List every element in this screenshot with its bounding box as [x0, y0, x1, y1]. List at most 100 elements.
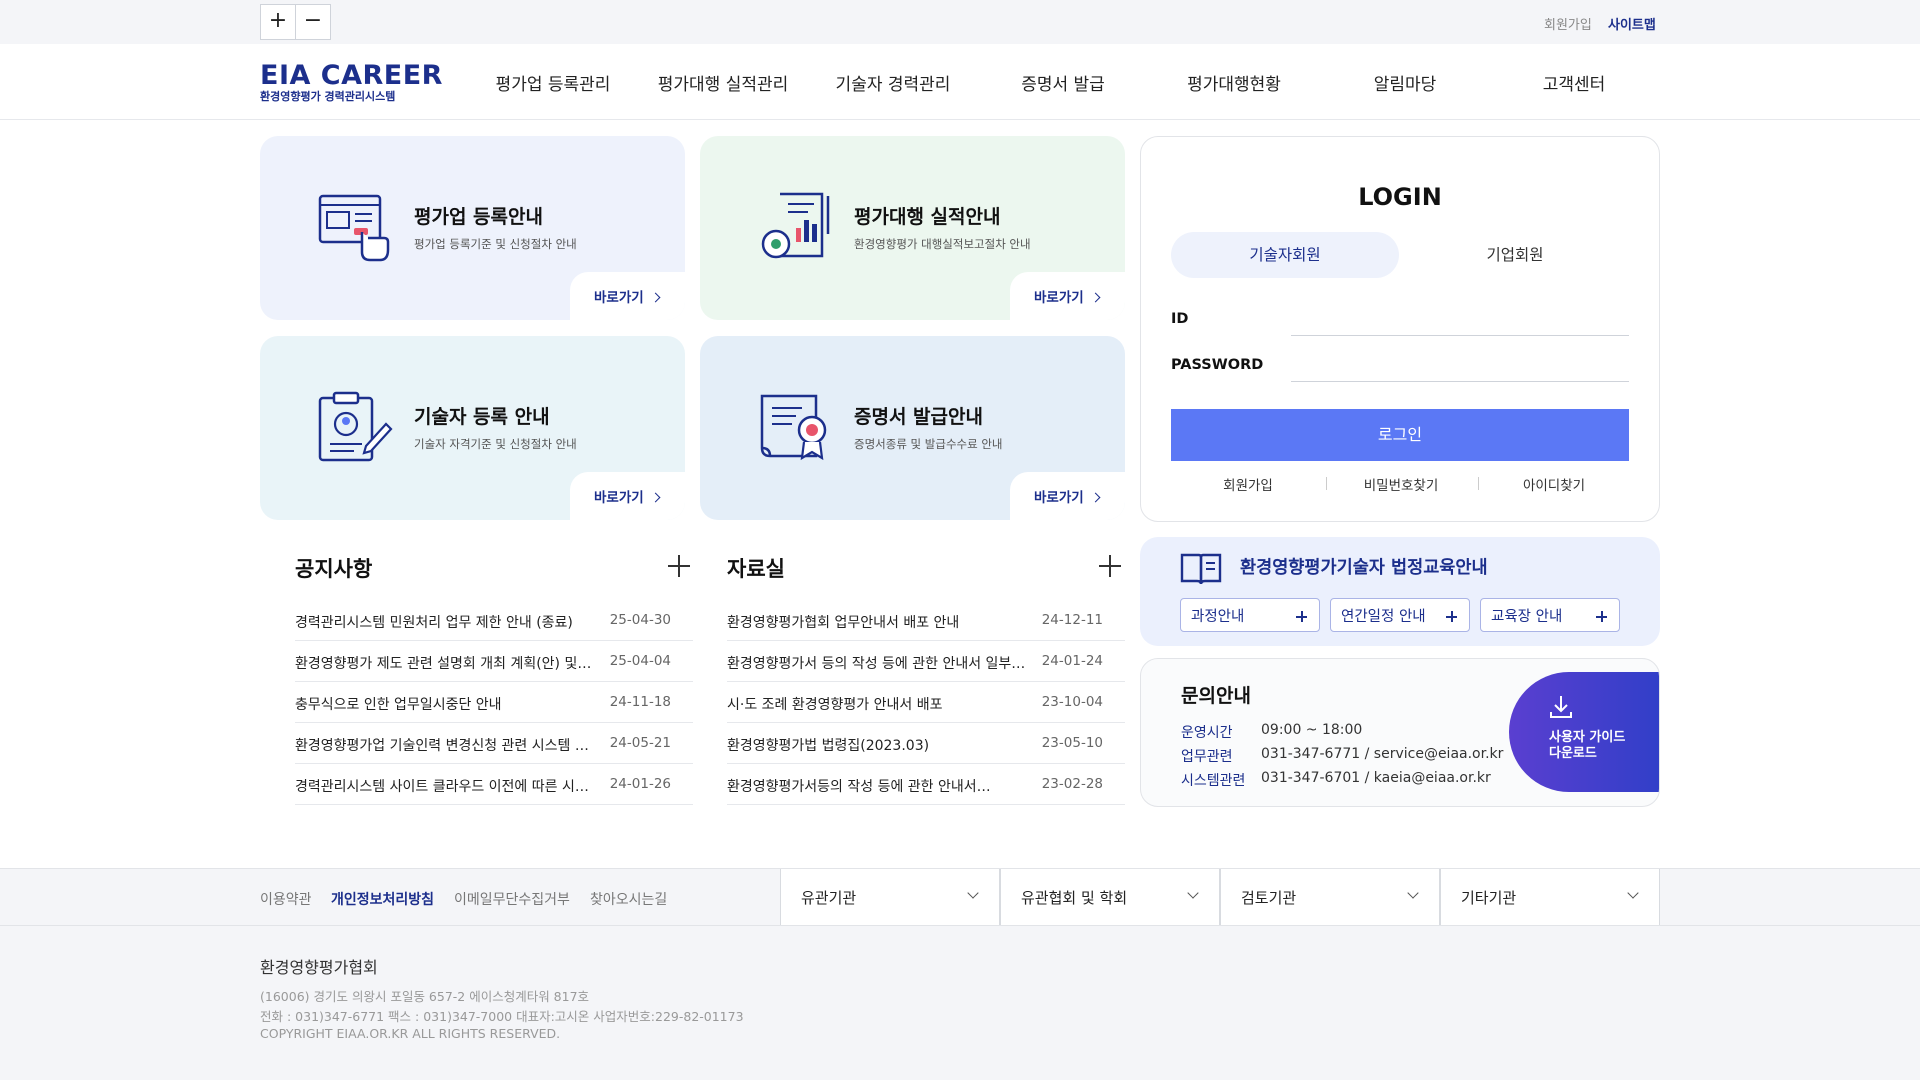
site-header: EIA CAREER 환경영향평가 경력관리시스템 평가업 등록관리 평가대행 … — [0, 44, 1920, 120]
system-contact-value: 031-347-6701 / kaeia@eiaa.or.kr — [1261, 770, 1491, 786]
select-label: 검토기관 — [1241, 889, 1297, 907]
user-guide-label: 사용자 가이드 다운로드 — [1549, 730, 1625, 762]
shortcut-button[interactable]: 바로가기 — [1010, 272, 1125, 320]
signup-link[interactable]: 회원가입 — [1544, 14, 1592, 33]
archive-row[interactable]: 환경영향평가서등의 작성 등에 관한 안내서… 23-02-28 — [727, 764, 1125, 805]
nav-item-registration[interactable]: 평가업 등록관리 — [496, 70, 611, 95]
terms-link[interactable]: 이용약관 — [260, 889, 312, 909]
notice-row-title[interactable]: 환경영향평가업 기술인력 변경신청 관련 시스템 … — [295, 735, 595, 755]
notice-row[interactable]: 경력관리시스템 민원처리 업무 제한 안내 (종료) 25-04-30 — [295, 600, 693, 641]
card-registration-guide[interactable]: 평가업 등록안내 평가업 등록기준 및 신청절차 안내 바로가기 — [260, 136, 685, 320]
archive-row-title[interactable]: 환경영향평가법 법령집(2023.03) — [727, 735, 1027, 755]
archive-row-title[interactable]: 환경영향평가서등의 작성 등에 관한 안내서… — [727, 776, 1027, 796]
shortcut-button[interactable]: 바로가기 — [570, 272, 685, 320]
directions-link[interactable]: 찾아오시는길 — [590, 889, 667, 909]
password-input[interactable] — [1291, 346, 1629, 382]
notice-row-title[interactable]: 경력관리시스템 사이트 클라우드 이전에 따른 시… — [295, 776, 595, 796]
card-title: 평가업 등록안내 — [414, 206, 543, 228]
notice-row-title[interactable]: 경력관리시스템 민원처리 업무 제한 안내 (종료) — [295, 612, 595, 632]
review-agencies-select[interactable]: 검토기관 — [1220, 869, 1440, 925]
card-performance-guide[interactable]: 평가대행 실적안내 환경영향평가 대행실적보고절차 안내 바로가기 — [700, 136, 1125, 320]
card-engineer-guide[interactable]: 기술자 등록 안내 기술자 자격기준 및 신청절차 안내 바로가기 — [260, 336, 685, 520]
archive-row-date: 24-01-24 — [1041, 653, 1103, 669]
chevron-down-icon — [1187, 887, 1199, 899]
nav-item-notice-board[interactable]: 알림마당 — [1374, 70, 1437, 95]
guide-line-2: 다운로드 — [1549, 746, 1597, 761]
email-refusal-link[interactable]: 이메일무단수집거부 — [454, 889, 570, 909]
find-id-link[interactable]: 아이디찾기 — [1523, 474, 1585, 494]
user-guide-download-button[interactable]: 사용자 가이드 다운로드 — [1509, 672, 1659, 792]
course-info-label: 과정안내 — [1191, 609, 1245, 625]
organization-name: 환경영향평가협회 — [260, 958, 378, 977]
archive-row-title[interactable]: 환경영향평가서 등의 작성 등에 관한 안내서 일부… — [727, 653, 1027, 673]
notice-title: 공지사항 — [295, 557, 373, 581]
chevron-right-icon — [1090, 492, 1101, 503]
venue-info-button[interactable]: 교육장 안내 — [1480, 598, 1620, 632]
course-info-button[interactable]: 과정안내 — [1180, 598, 1320, 632]
nav-item-engineer-career[interactable]: 기술자 경력관리 — [836, 70, 951, 95]
find-password-link[interactable]: 비밀번호찾기 — [1364, 474, 1439, 494]
archive-title: 자료실 — [727, 557, 785, 581]
card-certificate-guide[interactable]: 증명서 발급안내 증명서종류 및 발급수수료 안내 바로가기 — [700, 336, 1125, 520]
archive-row[interactable]: 시·도 조례 환경영향평가 안내서 배포 23-10-04 — [727, 682, 1125, 723]
zoom-in-button[interactable]: + — [260, 4, 296, 40]
id-label: ID — [1171, 311, 1189, 327]
tab-company-member[interactable]: 기업회원 — [1401, 232, 1629, 278]
notice-row-title[interactable]: 충무식으로 인한 업무일시중단 안내 — [295, 694, 595, 714]
zoom-out-button[interactable]: − — [295, 4, 331, 40]
plus-icon — [1446, 611, 1457, 622]
privacy-policy-link[interactable]: 개인정보처리방침 — [331, 889, 434, 909]
guide-line-1: 사용자 가이드 — [1549, 730, 1626, 745]
annual-schedule-button[interactable]: 연간일정 안내 — [1330, 598, 1470, 632]
logo[interactable]: EIA CAREER — [260, 60, 443, 91]
notice-more-plus-icon[interactable] — [668, 555, 690, 577]
shortcut-button[interactable]: 바로가기 — [570, 472, 685, 520]
copyright-text: COPYRIGHT EIAA.OR.KR ALL RIGHTS RESERVED… — [260, 1026, 561, 1041]
annual-schedule-label: 연간일정 안내 — [1341, 609, 1426, 625]
notice-row[interactable]: 환경영향평가업 기술인력 변경신청 관련 시스템 … 24-05-21 — [295, 723, 693, 764]
shortcut-label: 바로가기 — [1034, 290, 1084, 306]
nav-item-certificate[interactable]: 증명서 발급 — [1021, 70, 1105, 95]
education-title: 환경영향평가기술자 법정교육안내 — [1240, 558, 1488, 578]
notice-row-date: 25-04-04 — [609, 653, 671, 669]
archive-more-plus-icon[interactable] — [1099, 555, 1121, 577]
card-title: 기술자 등록 안내 — [414, 406, 550, 428]
notice-row[interactable]: 경력관리시스템 사이트 클라우드 이전에 따른 시… 24-01-26 — [295, 764, 693, 805]
link-divider — [1478, 477, 1479, 490]
chevron-down-icon — [1627, 887, 1639, 899]
notice-row[interactable]: 충무식으로 인한 업무일시중단 안내 24-11-18 — [295, 682, 693, 723]
related-associations-select[interactable]: 유관협회 및 학회 — [1000, 869, 1220, 925]
nav-item-status[interactable]: 평가대행현황 — [1187, 70, 1281, 95]
plus-icon — [1296, 611, 1307, 622]
download-icon — [1550, 696, 1572, 718]
archive-row-title[interactable]: 환경영향평가협회 업무안내서 배포 안내 — [727, 612, 1027, 632]
notice-row-date: 25-04-30 — [609, 612, 671, 628]
archive-row[interactable]: 환경영향평가서 등의 작성 등에 관한 안내서 일부… 24-01-24 — [727, 641, 1125, 682]
notice-row-date: 24-01-26 — [609, 776, 671, 792]
nav-item-customer-center[interactable]: 고객센터 — [1543, 70, 1606, 95]
signup-link[interactable]: 회원가입 — [1223, 474, 1273, 494]
notice-row-title[interactable]: 환경영향평가 제도 관련 설명회 개최 계획(안) 및 ... — [295, 653, 595, 673]
open-book-icon — [1180, 553, 1222, 585]
shortcut-button[interactable]: 바로가기 — [1010, 472, 1125, 520]
card-description: 기술자 자격기준 및 신청절차 안내 — [414, 437, 577, 451]
notice-row[interactable]: 환경영향평가 제도 관련 설명회 개최 계획(안) 및 ... 25-04-04 — [295, 641, 693, 682]
nav-item-performance[interactable]: 평가대행 실적관리 — [658, 70, 789, 95]
archive-row-title[interactable]: 시·도 조례 환경영향평가 안내서 배포 — [727, 694, 1027, 714]
card-description: 증명서종류 및 발급수수료 안내 — [854, 437, 1003, 451]
archive-row[interactable]: 환경영향평가협회 업무안내서 배포 안내 24-12-11 — [727, 600, 1125, 641]
password-label: PASSWORD — [1171, 357, 1264, 373]
sitemap-link[interactable]: 사이트맵 — [1608, 14, 1656, 33]
business-contact-label: 업무관련 — [1181, 749, 1233, 765]
select-label: 유관협회 및 학회 — [1021, 889, 1128, 907]
other-agencies-select[interactable]: 기타기관 — [1440, 869, 1660, 925]
chevron-right-icon — [650, 292, 661, 303]
id-input[interactable] — [1291, 300, 1629, 336]
related-agencies-select[interactable]: 유관기관 — [780, 869, 1000, 925]
engineer-clipboard-icon — [318, 391, 393, 462]
certificate-scroll-icon — [760, 394, 827, 461]
select-label: 기타기관 — [1461, 889, 1517, 907]
archive-row[interactable]: 환경영향평가법 법령집(2023.03) 23-05-10 — [727, 723, 1125, 764]
tab-engineer-member[interactable]: 기술자회원 — [1171, 232, 1399, 278]
login-button[interactable]: 로그인 — [1171, 409, 1629, 461]
